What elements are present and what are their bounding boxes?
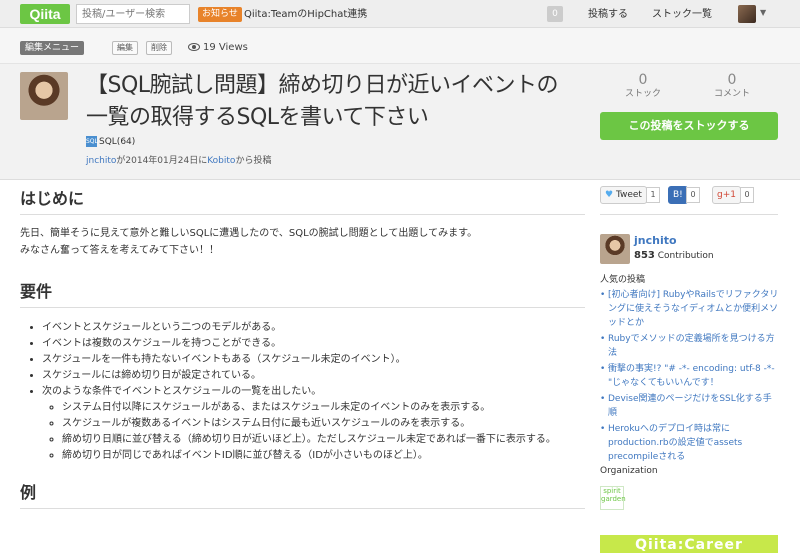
heading-intro: はじめに — [20, 188, 585, 215]
popular-heading: 人気の投稿 — [600, 275, 646, 285]
organization-logo[interactable]: spirit garden — [600, 486, 626, 510]
article-body: はじめに 先日、簡単そうに見えて意外と難しいSQLに遭遇したので、SQLの腕試し… — [20, 188, 585, 509]
heading-requirements: 要件 — [20, 281, 585, 308]
gplus-button[interactable]: g+1 — [712, 186, 741, 204]
sidebar-author-avatar[interactable] — [600, 234, 630, 264]
gplus-count: 0 — [740, 187, 754, 203]
list-item: スケジュールには締め切り日が設定されている。 — [42, 368, 585, 384]
tag-icon: SQL — [86, 136, 98, 147]
posted-info: jnchitoが2014年01月24日にKobitoから投稿 — [86, 155, 271, 167]
list-item: 締め切り日が同じであればイベントID順に並び替える（IDが小さいものほど上）。 — [62, 448, 585, 464]
sidebar-divider — [600, 214, 778, 215]
contribution-number: 853 — [634, 250, 655, 261]
avatar[interactable] — [738, 5, 756, 23]
list-item: スケジュールを一件も持たないイベントもある（スケジュール未定のイベント）。 — [42, 352, 585, 368]
hatena-count: 0 — [686, 187, 700, 203]
stock-list-link[interactable]: ストック一覧 — [652, 7, 712, 22]
popular-post-link[interactable]: 衝撃の事実!? "# -*- encoding: utf-8 -*-"じゃなくて… — [600, 362, 780, 390]
requirements-list: イベントとスケジュールという二つのモデルがある。 イベントは複数のスケジュールを… — [20, 320, 585, 464]
tag-sql[interactable]: SQLSQL(64) — [86, 136, 135, 148]
intro-line: みなさん奮って答えを考えてみて下さい！！ — [20, 245, 219, 256]
tweet-count: 1 — [646, 187, 660, 203]
list-item: イベントは複数のスケジュールを持つことができる。 — [42, 336, 585, 352]
twitter-icon: ♥ — [605, 190, 614, 200]
kobito-link[interactable]: Kobito — [207, 156, 235, 166]
share-buttons: ♥ Tweet 1 B! 0 g+1 0 — [600, 186, 778, 204]
gplus-label: +1 — [722, 190, 736, 200]
posted-suffix: から投稿 — [235, 156, 272, 166]
list-item: 次のような条件でイベントとスケジュールの一覧を出したい。 システム日付以降にスケ… — [42, 384, 585, 464]
delete-button[interactable]: 削除 — [146, 41, 172, 55]
stock-label: ストック — [624, 89, 661, 99]
organization-heading: Organization — [600, 466, 658, 476]
author-avatar[interactable] — [20, 72, 68, 120]
stock-button[interactable]: この投稿をストックする — [600, 112, 778, 140]
popular-post-link[interactable]: Rubyでメソッドの定義場所を見つける方法 — [600, 332, 780, 360]
contribution-label: Contribution — [657, 251, 714, 261]
heading-example: 例 — [20, 482, 585, 509]
posted-date: が2014年01月24日に — [116, 156, 208, 166]
comment-count: 0 — [727, 72, 737, 88]
tweet-label: Tweet — [615, 190, 642, 200]
intro-paragraph: 先日、簡単そうに見えて意外と難しいSQLに遭遇したので、SQLの腕試し問題として… — [20, 225, 585, 259]
popular-post-link[interactable]: Devise関連のページだけをSSL化する手順 — [600, 392, 780, 420]
view-count: 19 Views — [188, 40, 248, 56]
tweet-button[interactable]: ♥ Tweet — [600, 186, 647, 204]
list-item: 締め切り日順に並び替える（締め切り日が近いほど上）。ただしスケジュール未定であれ… — [62, 432, 585, 448]
chevron-down-icon[interactable]: ▼ — [760, 8, 766, 17]
tag-label: SQL(64) — [99, 137, 136, 147]
notice-badge[interactable]: お知らせ — [198, 7, 242, 22]
page-title: 【SQL腕試し問題】締め切り日が近いイベントの一覧の取得するSQLを書いて下さい — [86, 73, 559, 130]
stock-count: 0 — [638, 72, 648, 88]
sidebar-author-name[interactable]: jnchito — [634, 234, 677, 247]
comment-stat[interactable]: 0 コメント — [702, 72, 762, 100]
list-item-text: 次のような条件でイベントとスケジュールの一覧を出したい。 — [42, 386, 322, 397]
post-link[interactable]: 投稿する — [588, 7, 628, 22]
hatena-button[interactable]: B! — [668, 186, 688, 204]
stock-stat[interactable]: 0 ストック — [613, 72, 673, 100]
comment-label: コメント — [713, 89, 750, 99]
edit-bar: 編集メニュー 編集 削除 19 Views — [0, 28, 800, 64]
notice-link[interactable]: Qiita:TeamのHipChat連携 — [244, 7, 367, 22]
author-link[interactable]: jnchito — [86, 156, 116, 166]
intro-line: 先日、簡単そうに見えて意外と難しいSQLに遭遇したので、SQLの腕試し問題として… — [20, 228, 478, 239]
list-item: スケジュールが複数あるイベントはシステム日付に最も近いスケジュールのみを表示する… — [62, 416, 585, 432]
article-header: 【SQL腕試し問題】締め切り日が近いイベントの一覧の取得するSQLを書いて下さい… — [0, 64, 800, 180]
popular-posts-list: [初心者向け] RubyやRailsでリファクタリングに使えそうなイディオムとか… — [600, 288, 780, 466]
popular-post-link[interactable]: Herokuへのデプロイ時は常にproduction.rbの設定値でassets… — [600, 422, 780, 464]
notification-count[interactable]: 0 — [547, 6, 563, 22]
sub-requirements-list: システム日付以降にスケジュールがある、またはスケジュール未定のイベントのみを表示… — [42, 400, 585, 464]
edit-menu-label: 編集メニュー — [20, 41, 85, 55]
list-item: イベントとスケジュールという二つのモデルがある。 — [42, 320, 585, 336]
contribution: 853 Contribution — [634, 250, 714, 261]
eye-icon — [188, 43, 200, 51]
search-input[interactable] — [76, 4, 190, 24]
list-item: システム日付以降にスケジュールがある、またはスケジュール未定のイベントのみを表示… — [62, 400, 585, 416]
qiita-logo[interactable]: Qiita — [20, 4, 70, 24]
popular-post-link[interactable]: [初心者向け] RubyやRailsでリファクタリングに使えそうなイディオムとか… — [600, 288, 780, 330]
edit-button[interactable]: 編集 — [112, 41, 138, 55]
top-nav: Qiita お知らせ Qiita:TeamのHipChat連携 0 投稿する ス… — [0, 0, 800, 28]
qiita-career-banner[interactable]: Qiita:Career — [600, 535, 778, 553]
views-text: 19 Views — [203, 42, 248, 53]
